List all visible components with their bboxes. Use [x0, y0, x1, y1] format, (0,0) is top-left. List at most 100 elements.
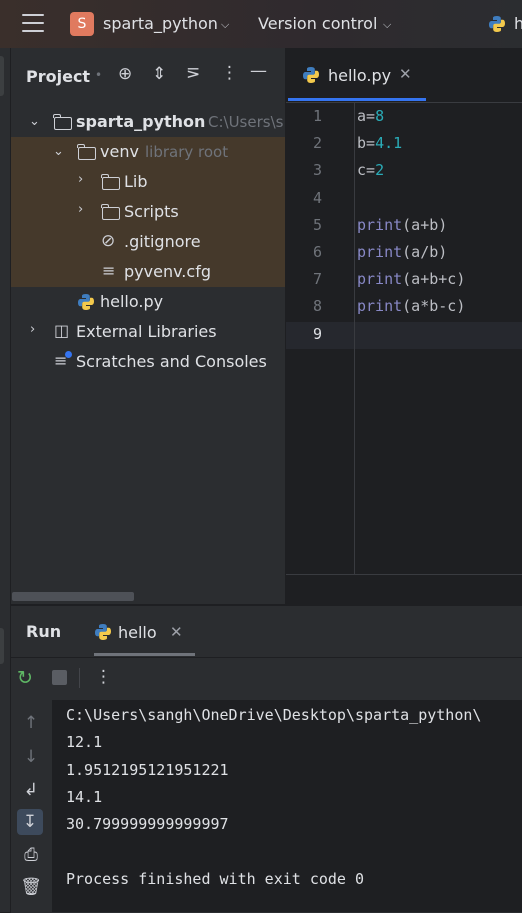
- hide-icon[interactable]: —: [250, 61, 267, 81]
- line-number: 7: [312, 270, 322, 289]
- tree-item-lib[interactable]: › Lib: [11, 167, 285, 197]
- options-icon[interactable]: ⋮: [221, 63, 238, 83]
- collapse-all-icon[interactable]: ⋝: [186, 63, 200, 83]
- code-line[interactable]: print(a+b): [357, 216, 447, 234]
- editor-tab-label: hello.py: [328, 66, 392, 85]
- stop-icon[interactable]: [52, 670, 67, 685]
- project-badge[interactable]: S: [70, 12, 94, 36]
- divider: [11, 657, 522, 658]
- chevron-down-icon[interactable]: ⌄: [29, 114, 40, 129]
- project-tool-button[interactable]: [0, 56, 4, 96]
- tree-item-label: Lib: [124, 172, 148, 191]
- tree-item-path: C:\Users\s: [208, 113, 284, 131]
- code-token: c=: [357, 161, 376, 180]
- print-icon[interactable]: ⎙: [18, 845, 44, 865]
- scroll-to-end-icon[interactable]: ↧: [17, 809, 43, 835]
- close-icon[interactable]: ✕: [399, 65, 412, 83]
- run-tool-button[interactable]: [0, 628, 4, 664]
- folder-icon: [101, 174, 120, 190]
- tree-item-label: sparta_python: [76, 112, 206, 131]
- folder-icon: [77, 144, 96, 160]
- tree-item-label: Scratches and Consoles: [76, 352, 267, 371]
- chevron-right-icon[interactable]: ›: [78, 172, 83, 187]
- project-panel-title[interactable]: Project: [26, 67, 90, 86]
- folder-icon: [53, 114, 72, 130]
- code-line[interactable]: c=2: [357, 161, 384, 179]
- tree-item-pyvenv[interactable]: ≡ pyvenv.cfg: [11, 257, 285, 287]
- python-icon: [95, 624, 111, 640]
- active-tab-indicator: [288, 98, 426, 101]
- line-number: 6: [312, 243, 322, 261]
- tree-item-scratches[interactable]: ≡ Scratches and Consoles: [11, 347, 285, 377]
- horizontal-scrollbar[interactable]: [12, 592, 134, 601]
- line-number: 5: [312, 215, 322, 234]
- line-number: 4: [312, 188, 322, 207]
- run-config-label[interactable]: h: [514, 14, 522, 33]
- chevron-down-icon[interactable]: ⌵: [383, 18, 391, 32]
- ignore-file-icon: ⊘: [101, 231, 116, 251]
- code-token: print: [357, 243, 403, 261]
- locate-icon[interactable]: ⊕: [118, 64, 132, 84]
- editor-bottom-area: [286, 574, 522, 605]
- code-token: print: [357, 297, 403, 316]
- tree-item-gitignore[interactable]: ⊘ .gitignore: [11, 227, 285, 257]
- code-token: 4.1: [375, 134, 403, 153]
- down-arrow-icon[interactable]: ↓: [18, 747, 44, 767]
- code-token: 2: [375, 161, 385, 180]
- chevron-down-icon[interactable]: •: [95, 68, 102, 82]
- console-line: 1.9512195121951221: [66, 760, 229, 779]
- code-line[interactable]: print(a*b-c): [357, 297, 465, 315]
- code-token: b=: [357, 134, 376, 153]
- vcs-menu[interactable]: Version control: [258, 14, 377, 33]
- tree-item-scripts[interactable]: › Scripts: [11, 197, 285, 227]
- left-tool-strip: [0, 48, 11, 912]
- code-line[interactable]: print(a+b+c): [357, 270, 465, 288]
- tree-item-project-root[interactable]: ⌄ sparta_python C:\Users\s: [11, 107, 285, 137]
- code-line[interactable]: print(a/b): [357, 243, 447, 261]
- console-line: 14.1: [66, 787, 103, 806]
- scratch-badge-icon: [65, 351, 72, 358]
- chevron-down-icon[interactable]: ⌄: [53, 144, 64, 159]
- tree-item-venv[interactable]: ⌄ venv library root: [11, 137, 285, 167]
- python-file-icon: [303, 67, 319, 83]
- code-token: 8: [375, 107, 385, 125]
- more-options-icon[interactable]: ⋮: [95, 667, 112, 687]
- code-token: (a+b+c): [402, 270, 466, 289]
- tree-item-label: External Libraries: [76, 322, 217, 341]
- text-file-icon: ≡: [102, 261, 116, 280]
- chevron-down-icon[interactable]: ⌵: [221, 18, 229, 32]
- tree-item-label: Scripts: [124, 202, 179, 221]
- line-number: 8: [312, 297, 322, 316]
- title-bar: S sparta_python ⌵ Version control ⌵ h: [0, 0, 522, 48]
- editor-tab-hello[interactable]: hello.py ✕: [288, 54, 426, 98]
- divider: [79, 668, 80, 688]
- project-name[interactable]: sparta_python: [103, 14, 218, 33]
- trash-icon[interactable]: 🗑: [18, 877, 44, 897]
- console-line: 30.799999999999997: [66, 815, 229, 834]
- chevron-right-icon[interactable]: ›: [30, 322, 35, 337]
- tree-item-label: .gitignore: [124, 232, 201, 251]
- line-number: 9: [312, 324, 322, 343]
- tree-item-label: venv: [100, 142, 139, 161]
- main-menu-icon[interactable]: [22, 14, 44, 32]
- run-tab-hello[interactable]: hello ✕: [94, 616, 195, 652]
- tree-item-label: pyvenv.cfg: [124, 262, 211, 281]
- code-line[interactable]: b=4.1: [357, 134, 402, 152]
- python-icon[interactable]: [488, 15, 506, 33]
- console-line: C:\Users\sangh\OneDrive\Desktop\sparta_p…: [66, 706, 482, 724]
- code-line[interactable]: a=8: [357, 107, 384, 125]
- code-token: (a+b): [402, 215, 448, 234]
- close-icon[interactable]: ✕: [170, 623, 183, 641]
- run-panel-title[interactable]: Run: [26, 622, 61, 641]
- soft-wrap-icon[interactable]: ↲: [18, 780, 44, 800]
- chevron-right-icon[interactable]: ›: [78, 202, 83, 217]
- code-token: a=: [357, 107, 376, 125]
- console-line: Process finished with exit code 0: [66, 869, 365, 888]
- expand-all-icon[interactable]: ⇕: [152, 64, 166, 84]
- tree-item-hello[interactable]: hello.py: [11, 287, 285, 317]
- rerun-icon[interactable]: ↻: [17, 667, 33, 689]
- up-arrow-icon[interactable]: ↑: [18, 713, 44, 733]
- tree-item-external-libraries[interactable]: › ◫ External Libraries: [11, 317, 285, 347]
- python-file-icon: [78, 294, 94, 310]
- console-line: 12.1: [66, 733, 103, 752]
